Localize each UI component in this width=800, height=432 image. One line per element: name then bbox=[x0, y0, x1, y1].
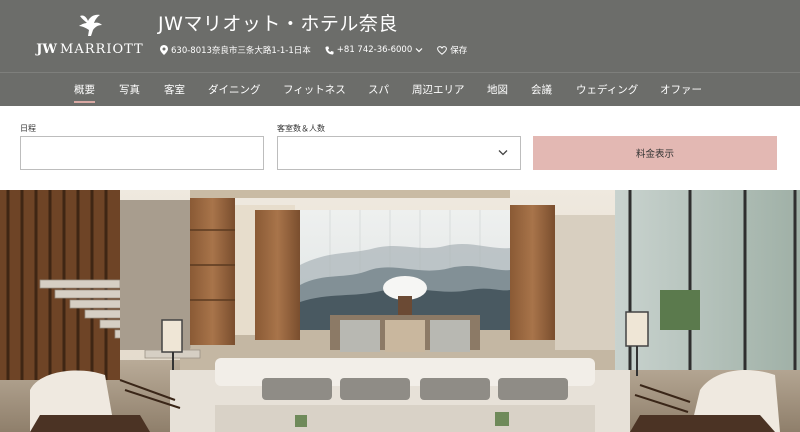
hotel-address: 630-8013奈良市三条大路1-1-1日本 bbox=[171, 46, 311, 56]
dates-label-text: 日程 bbox=[20, 124, 36, 133]
map-pin-icon bbox=[160, 45, 168, 55]
logo-wordmark: JW MARRIOTT bbox=[36, 42, 144, 57]
main-nav: 概要 写真 客室 ダイニング フィットネス スパ 周辺エリア 地図 会議 ウェデ… bbox=[0, 72, 800, 106]
dates-input[interactable] bbox=[20, 136, 264, 170]
jw-marriott-logo[interactable]: JW MARRIOTT bbox=[30, 12, 150, 62]
phoenix-icon bbox=[79, 14, 102, 36]
hero-image bbox=[0, 190, 800, 432]
nav-photos[interactable]: 写真 bbox=[119, 82, 140, 97]
save-label: 保存 bbox=[450, 46, 468, 56]
chevron-down-icon bbox=[415, 48, 423, 53]
site-header: JW MARRIOTT JWマリオット・ホテル奈良 630-8013奈良市三条大路… bbox=[0, 0, 800, 72]
guests-field-label: 客室数＆人数 bbox=[277, 124, 325, 133]
heart-icon bbox=[437, 45, 448, 55]
nav-dining[interactable]: ダイニング bbox=[208, 82, 261, 97]
hotel-info-row: 630-8013奈良市三条大路1-1-1日本 +81 742-36-6000 保… bbox=[160, 43, 467, 57]
nav-fitness[interactable]: フィットネス bbox=[283, 82, 346, 97]
hotel-phone: +81 742-36-6000 bbox=[336, 45, 413, 55]
nav-spa[interactable]: スパ bbox=[368, 82, 389, 97]
nav-offers[interactable]: オファー bbox=[660, 82, 702, 97]
nav-overview[interactable]: 概要 bbox=[74, 82, 95, 103]
address-link[interactable]: 630-8013奈良市三条大路1-1-1日本 bbox=[160, 44, 311, 56]
hotel-lobby-photo bbox=[0, 190, 800, 432]
phone-link[interactable]: +81 742-36-6000 bbox=[325, 45, 423, 55]
nav-area[interactable]: 周辺エリア bbox=[412, 82, 465, 97]
rooms-guests-select[interactable] bbox=[277, 136, 521, 170]
hotel-title: JWマリオット・ホテル奈良 bbox=[158, 13, 398, 35]
chevron-down-icon bbox=[498, 150, 508, 156]
booking-bar: 日程 1泊 客室数＆人数 料金表示 bbox=[0, 106, 800, 190]
nav-map[interactable]: 地図 bbox=[487, 82, 508, 97]
dates-field-label: 日程 1泊 bbox=[20, 123, 264, 150]
nav-weddings[interactable]: ウェディング bbox=[576, 82, 638, 97]
save-button[interactable]: 保存 bbox=[437, 44, 467, 56]
view-rates-button[interactable]: 料金表示 bbox=[533, 136, 777, 170]
nav-rooms[interactable]: 客室 bbox=[164, 82, 185, 97]
nav-meetings[interactable]: 会議 bbox=[531, 82, 552, 97]
phone-icon bbox=[325, 45, 334, 55]
